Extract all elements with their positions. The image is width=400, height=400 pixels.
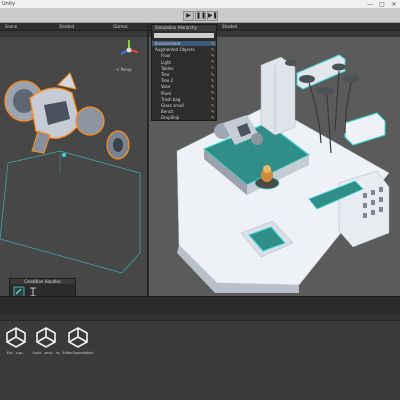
scene-view[interactable]: Scene Shaded Gizmos < Persp Condition Ha… — [0, 23, 147, 296]
hierarchy-item[interactable]: Tree 2 — [161, 78, 173, 83]
dropship-pivot-handle — [62, 153, 66, 157]
play-button[interactable]: ▶ — [183, 11, 194, 21]
hierarchy-search-input[interactable] — [154, 33, 214, 38]
edit-icon[interactable]: ✎ — [211, 41, 215, 46]
minimize-button[interactable]: — — [364, 0, 376, 9]
main-toolbar: ▶ ❚❚ ▶❚ — [0, 9, 400, 23]
edit-icon[interactable]: ✎ — [211, 60, 215, 64]
hierarchy-item[interactable]: Trash bag — [161, 97, 180, 102]
hierarchy-item[interactable]: Light — [161, 60, 171, 65]
unity-editor-window: Unity — □ ✕ ▶ ❚❚ ▶❚ Scene Shaded Gizmos — [0, 0, 400, 400]
window-title: Unity — [2, 1, 16, 7]
hierarchy-item[interactable]: Bench — [161, 109, 173, 114]
hierarchy-item[interactable]: Plant — [161, 91, 171, 96]
hierarchy-item[interactable]: Glass small — [161, 103, 184, 108]
edit-icon[interactable]: ✎ — [211, 53, 215, 58]
dropship-model — [4, 72, 130, 160]
edit-icon[interactable]: ✎ — [211, 47, 215, 52]
hierarchy-item[interactable]: Floor — [161, 53, 171, 58]
edit-icon[interactable]: ✎ — [211, 84, 215, 89]
project-toolbar — [0, 314, 400, 321]
dropship-fin — [57, 72, 77, 90]
env-tower — [260, 56, 296, 136]
env-right-block — [344, 112, 386, 146]
hierarchy-title: Simulation Hierarchy — [152, 25, 216, 31]
unity-logo-icon — [68, 327, 88, 348]
edit-icon[interactable]: ✎ — [211, 115, 215, 120]
simulation-hierarchy-panel: Simulation Hierarchy Environment ✎ Augment… — [151, 24, 217, 121]
project-panel: Ent - cup... Aurlo - sour... ss EditorSpaw… — [0, 314, 400, 400]
step-button[interactable]: ▶❚ — [207, 11, 218, 21]
condition-handles-title: Condition Handles — [10, 279, 75, 284]
condition-handle-height-icon[interactable] — [27, 286, 39, 296]
condition-handles-panel: Condition Handles — [9, 278, 76, 296]
unity-logo-icon — [6, 327, 26, 348]
edit-icon[interactable]: ✎ — [211, 109, 215, 114]
axis-gizmo-icon[interactable] — [118, 38, 140, 62]
dropship-right-engine — [75, 106, 105, 136]
unity-logo-icon — [36, 327, 56, 348]
edit-icon[interactable]: ✎ — [211, 72, 215, 77]
title-bar: Unity — □ ✕ — [0, 0, 400, 9]
scene-bounds-wireframe — [0, 150, 141, 274]
hierarchy-item[interactable]: Augmented Objects — [155, 47, 195, 52]
console-strip — [0, 296, 400, 314]
asset-item[interactable]: Ent - cup... — [4, 326, 28, 366]
dropship-rear-engine-core — [113, 138, 123, 152]
edit-icon[interactable]: ✎ — [211, 103, 215, 108]
hierarchy-item[interactable]: DropShip — [161, 115, 179, 120]
hierarchy-item[interactable]: Tables — [161, 66, 173, 71]
hierarchy-item[interactable]: Vase — [161, 84, 170, 89]
asset-label: EditorSpawnAddin — [62, 351, 94, 355]
asset-item[interactable]: Aurlo - sour... ss — [32, 326, 60, 366]
hierarchy-item[interactable]: Tree — [161, 72, 169, 77]
scene-viewport — [0, 72, 141, 274]
pause-button[interactable]: ❚❚ — [195, 11, 206, 21]
dropship-landing-gear — [31, 130, 51, 154]
hierarchy-item[interactable]: Environment — [155, 41, 181, 46]
close-button[interactable]: ✕ — [388, 0, 400, 9]
edit-icon[interactable]: ✎ — [211, 91, 215, 95]
asset-label: Aurlo - sour... ss — [32, 351, 60, 355]
asset-item[interactable]: EditorSpawnAddin — [63, 326, 94, 366]
edit-icon[interactable]: ✎ — [211, 66, 215, 70]
condition-handle-box-icon[interactable] — [13, 286, 25, 296]
edit-icon[interactable]: ✎ — [211, 78, 215, 83]
perspective-label[interactable]: < Persp — [116, 67, 132, 72]
maximize-button[interactable]: □ — [376, 0, 388, 9]
edit-icon[interactable]: ✎ — [211, 97, 215, 101]
